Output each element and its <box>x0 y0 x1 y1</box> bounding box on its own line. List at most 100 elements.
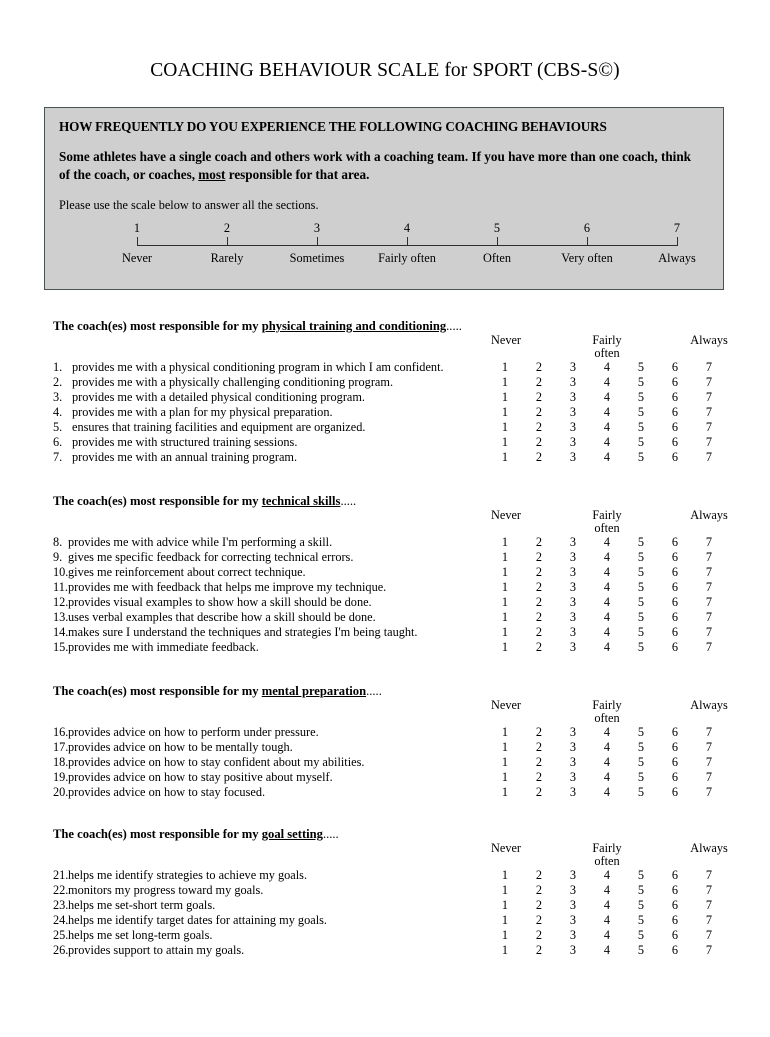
response-option-6[interactable]: 6 <box>672 770 678 785</box>
response-option-3[interactable]: 3 <box>570 420 576 435</box>
response-option-4[interactable]: 4 <box>604 580 610 595</box>
response-option-7[interactable]: 7 <box>706 405 712 420</box>
response-option-2[interactable]: 2 <box>536 580 542 595</box>
response-option-4[interactable]: 4 <box>604 898 610 913</box>
response-option-4[interactable]: 4 <box>604 375 610 390</box>
response-option-2[interactable]: 2 <box>536 898 542 913</box>
response-option-7[interactable]: 7 <box>706 755 712 770</box>
response-option-1[interactable]: 1 <box>502 625 508 640</box>
response-option-2[interactable]: 2 <box>536 360 542 375</box>
response-option-1[interactable]: 1 <box>502 565 508 580</box>
response-option-2[interactable]: 2 <box>536 550 542 565</box>
response-option-7[interactable]: 7 <box>706 740 712 755</box>
response-option-1[interactable]: 1 <box>502 535 508 550</box>
response-option-6[interactable]: 6 <box>672 640 678 655</box>
response-option-3[interactable]: 3 <box>570 755 576 770</box>
response-option-5[interactable]: 5 <box>638 883 644 898</box>
response-option-5[interactable]: 5 <box>638 785 644 800</box>
response-option-1[interactable]: 1 <box>502 390 508 405</box>
response-option-6[interactable]: 6 <box>672 565 678 580</box>
response-option-3[interactable]: 3 <box>570 450 576 465</box>
response-option-2[interactable]: 2 <box>536 535 542 550</box>
response-option-5[interactable]: 5 <box>638 625 644 640</box>
response-option-4[interactable]: 4 <box>604 755 610 770</box>
response-option-6[interactable]: 6 <box>672 625 678 640</box>
response-option-2[interactable]: 2 <box>536 375 542 390</box>
response-option-3[interactable]: 3 <box>570 625 576 640</box>
response-option-2[interactable]: 2 <box>536 770 542 785</box>
response-option-6[interactable]: 6 <box>672 375 678 390</box>
response-option-1[interactable]: 1 <box>502 883 508 898</box>
response-option-2[interactable]: 2 <box>536 913 542 928</box>
response-option-4[interactable]: 4 <box>604 740 610 755</box>
response-option-1[interactable]: 1 <box>502 740 508 755</box>
response-option-4[interactable]: 4 <box>604 913 610 928</box>
response-option-3[interactable]: 3 <box>570 943 576 958</box>
response-option-1[interactable]: 1 <box>502 770 508 785</box>
response-option-6[interactable]: 6 <box>672 928 678 943</box>
response-option-6[interactable]: 6 <box>672 755 678 770</box>
response-option-5[interactable]: 5 <box>638 725 644 740</box>
response-option-2[interactable]: 2 <box>536 640 542 655</box>
response-option-1[interactable]: 1 <box>502 898 508 913</box>
response-option-5[interactable]: 5 <box>638 868 644 883</box>
response-option-4[interactable]: 4 <box>604 535 610 550</box>
response-option-3[interactable]: 3 <box>570 740 576 755</box>
response-option-7[interactable]: 7 <box>706 535 712 550</box>
response-option-1[interactable]: 1 <box>502 785 508 800</box>
response-option-7[interactable]: 7 <box>706 375 712 390</box>
response-option-5[interactable]: 5 <box>638 770 644 785</box>
response-option-2[interactable]: 2 <box>536 625 542 640</box>
response-option-2[interactable]: 2 <box>536 435 542 450</box>
response-option-4[interactable]: 4 <box>604 883 610 898</box>
response-option-6[interactable]: 6 <box>672 420 678 435</box>
response-option-3[interactable]: 3 <box>570 565 576 580</box>
response-option-7[interactable]: 7 <box>706 610 712 625</box>
response-option-6[interactable]: 6 <box>672 405 678 420</box>
response-option-6[interactable]: 6 <box>672 450 678 465</box>
response-option-7[interactable]: 7 <box>706 640 712 655</box>
response-option-3[interactable]: 3 <box>570 928 576 943</box>
response-option-7[interactable]: 7 <box>706 360 712 375</box>
response-option-5[interactable]: 5 <box>638 565 644 580</box>
response-option-6[interactable]: 6 <box>672 435 678 450</box>
response-option-1[interactable]: 1 <box>502 913 508 928</box>
response-option-4[interactable]: 4 <box>604 928 610 943</box>
response-option-7[interactable]: 7 <box>706 625 712 640</box>
response-option-6[interactable]: 6 <box>672 868 678 883</box>
response-option-2[interactable]: 2 <box>536 565 542 580</box>
response-option-1[interactable]: 1 <box>502 868 508 883</box>
response-option-4[interactable]: 4 <box>604 435 610 450</box>
response-option-4[interactable]: 4 <box>604 595 610 610</box>
response-option-5[interactable]: 5 <box>638 580 644 595</box>
response-option-6[interactable]: 6 <box>672 943 678 958</box>
response-option-7[interactable]: 7 <box>706 450 712 465</box>
response-option-5[interactable]: 5 <box>638 435 644 450</box>
response-option-2[interactable]: 2 <box>536 755 542 770</box>
response-option-4[interactable]: 4 <box>604 625 610 640</box>
response-option-1[interactable]: 1 <box>502 360 508 375</box>
response-option-7[interactable]: 7 <box>706 390 712 405</box>
response-option-4[interactable]: 4 <box>604 550 610 565</box>
response-option-7[interactable]: 7 <box>706 883 712 898</box>
response-option-1[interactable]: 1 <box>502 943 508 958</box>
response-option-1[interactable]: 1 <box>502 375 508 390</box>
response-option-1[interactable]: 1 <box>502 595 508 610</box>
response-option-4[interactable]: 4 <box>604 360 610 375</box>
response-option-4[interactable]: 4 <box>604 725 610 740</box>
response-option-7[interactable]: 7 <box>706 928 712 943</box>
response-option-4[interactable]: 4 <box>604 405 610 420</box>
response-option-5[interactable]: 5 <box>638 535 644 550</box>
response-option-2[interactable]: 2 <box>536 868 542 883</box>
response-option-6[interactable]: 6 <box>672 535 678 550</box>
response-option-7[interactable]: 7 <box>706 725 712 740</box>
response-option-5[interactable]: 5 <box>638 610 644 625</box>
response-option-7[interactable]: 7 <box>706 943 712 958</box>
response-option-3[interactable]: 3 <box>570 898 576 913</box>
response-option-6[interactable]: 6 <box>672 725 678 740</box>
response-option-1[interactable]: 1 <box>502 928 508 943</box>
response-option-7[interactable]: 7 <box>706 420 712 435</box>
response-option-5[interactable]: 5 <box>638 755 644 770</box>
response-option-1[interactable]: 1 <box>502 610 508 625</box>
response-option-3[interactable]: 3 <box>570 610 576 625</box>
